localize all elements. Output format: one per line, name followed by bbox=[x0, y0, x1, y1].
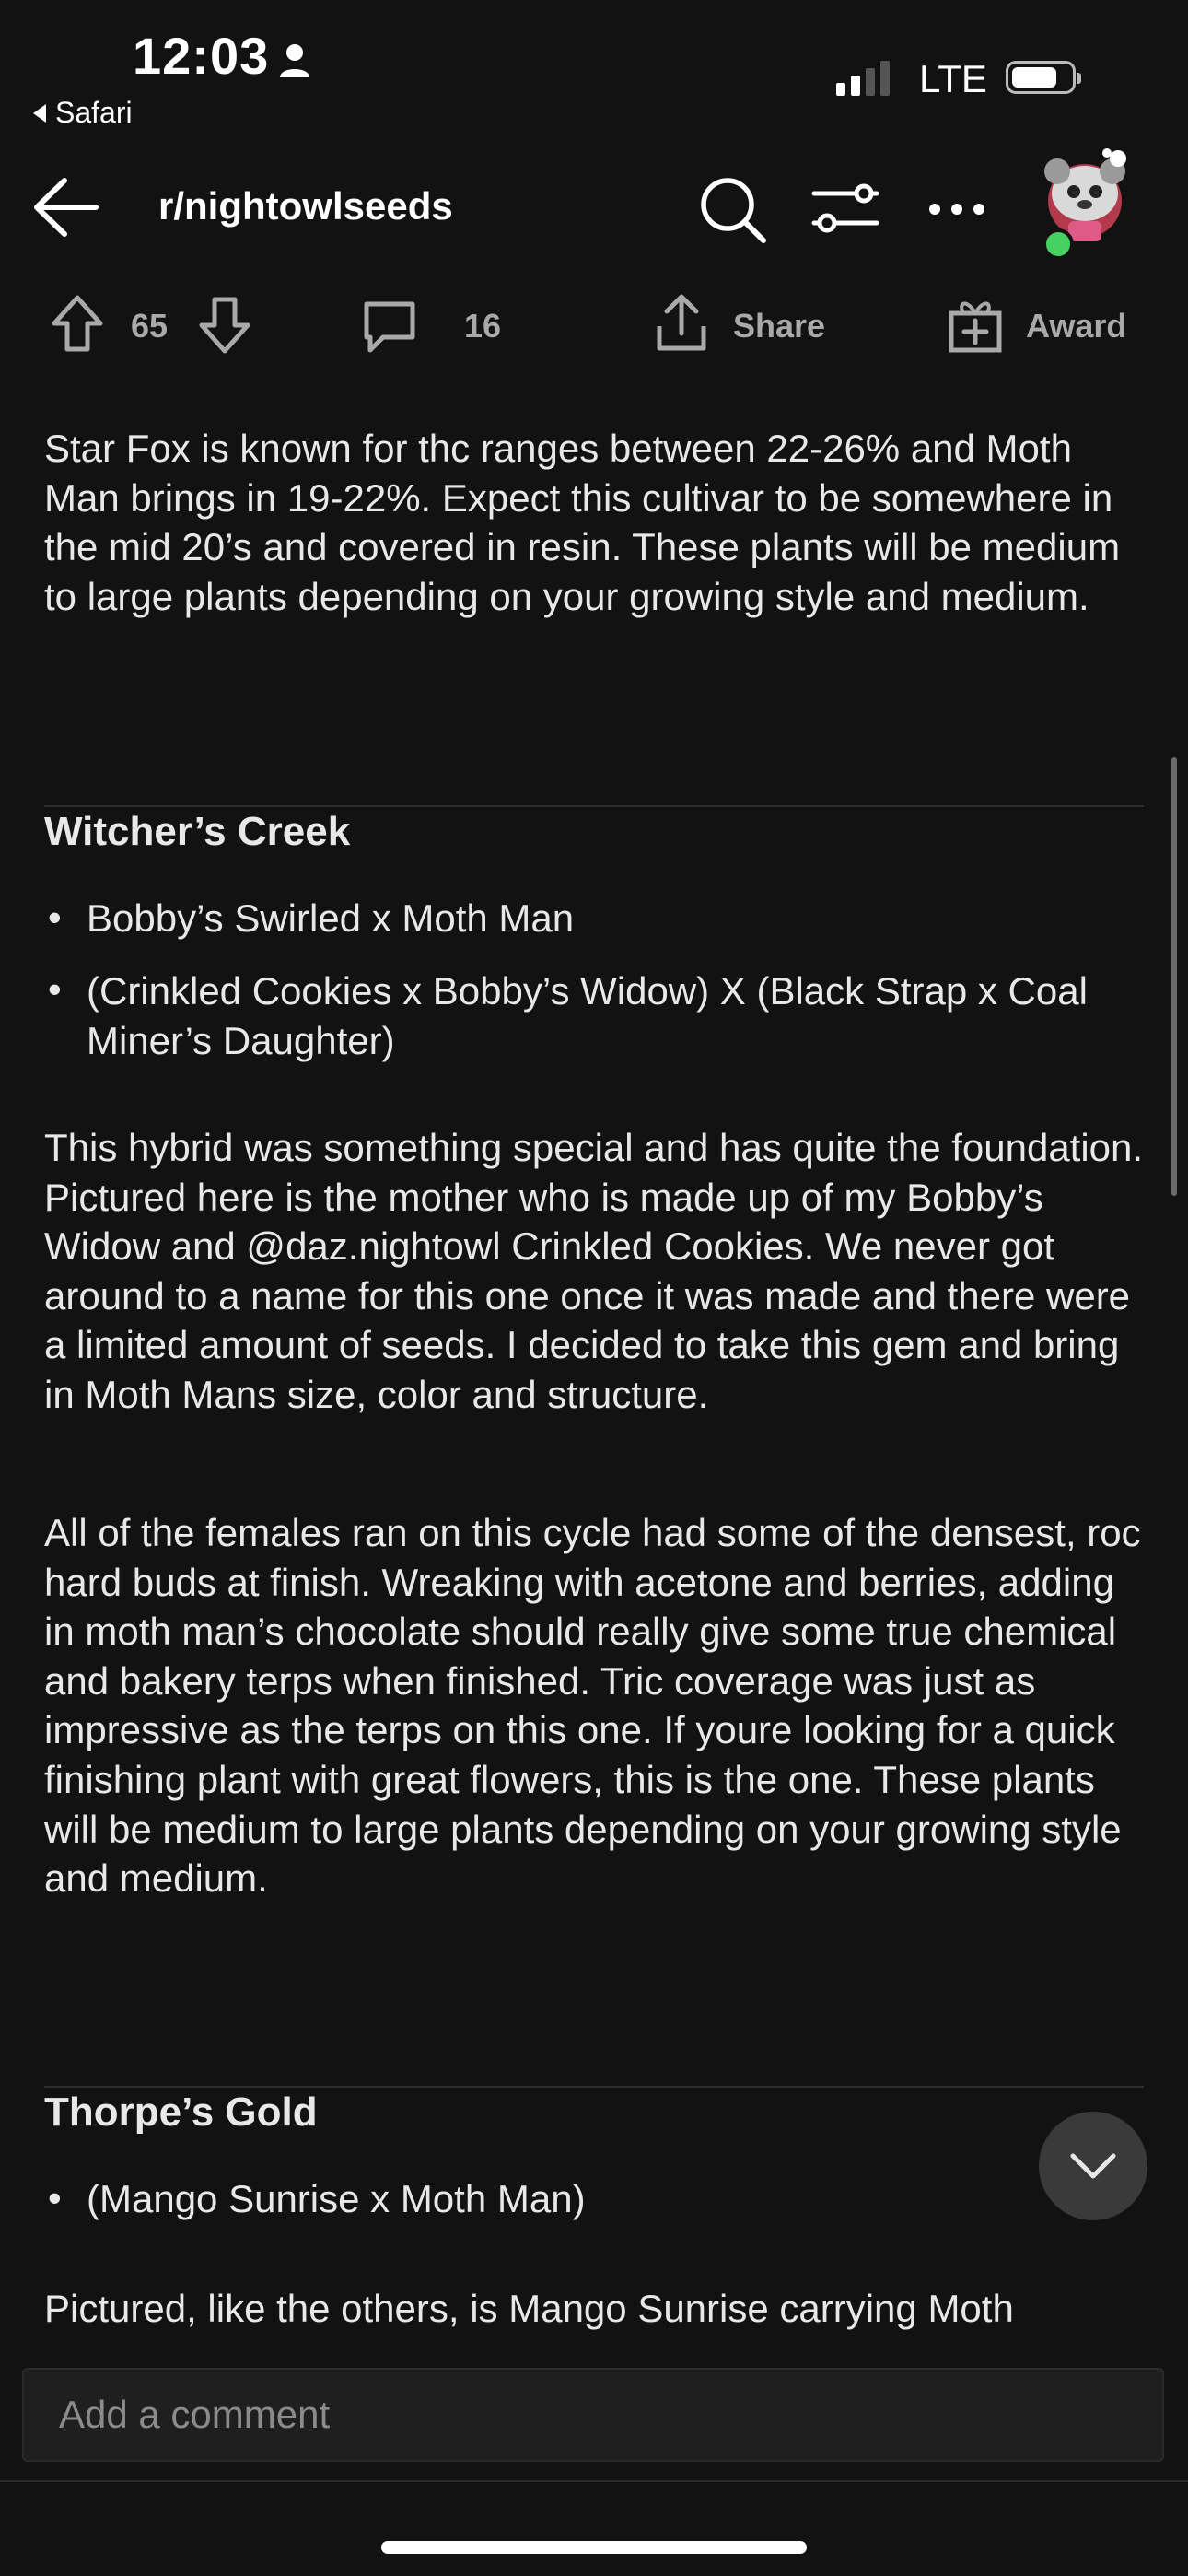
award-button[interactable]: Award bbox=[1026, 307, 1126, 345]
vote-count: 65 bbox=[131, 307, 169, 345]
bullet-dot: • bbox=[48, 2176, 62, 2219]
filter-icon[interactable] bbox=[810, 179, 880, 242]
battery-icon bbox=[1006, 61, 1081, 94]
comment-input[interactable] bbox=[22, 2368, 1164, 2462]
cellular-signal-icon bbox=[836, 61, 890, 96]
body-paragraph: Pictured, like the others, is Mango Sunr… bbox=[44, 2287, 1014, 2330]
more-options-icon[interactable] bbox=[928, 203, 985, 220]
upvote-icon[interactable] bbox=[50, 293, 105, 358]
body-paragraph: This hybrid was something special and ha… bbox=[44, 1126, 1144, 1416]
intro-paragraph: Star Fox is known for thc ranges between… bbox=[44, 427, 1121, 618]
back-triangle-icon bbox=[33, 103, 46, 123]
home-indicator[interactable] bbox=[381, 2541, 807, 2554]
bullet-item: Bobby’s Swirled x Moth Man bbox=[87, 896, 575, 940]
scroll-down-button[interactable] bbox=[1039, 2112, 1147, 2220]
person-icon bbox=[278, 42, 311, 84]
search-icon[interactable] bbox=[698, 175, 768, 250]
section-divider bbox=[44, 2086, 1144, 2088]
bullet-dot: • bbox=[48, 896, 62, 939]
section-heading: Witcher’s Creek bbox=[44, 809, 351, 854]
body-paragraph: All of the females ran on this cycle had… bbox=[44, 1511, 1141, 1901]
share-icon[interactable] bbox=[654, 293, 709, 358]
bullet-item: (Mango Sunrise x Moth Man) bbox=[87, 2177, 586, 2220]
share-button[interactable]: Share bbox=[733, 307, 825, 345]
network-type: LTE bbox=[919, 57, 987, 100]
back-arrow-icon[interactable] bbox=[31, 175, 101, 244]
bullet-dot: • bbox=[48, 967, 62, 1011]
chevron-down-icon bbox=[1070, 2153, 1116, 2179]
back-app-label: Safari bbox=[55, 96, 133, 129]
comment-icon[interactable] bbox=[361, 299, 418, 360]
comment-count: 16 bbox=[464, 307, 502, 345]
downvote-icon[interactable] bbox=[197, 295, 252, 360]
section-heading: Thorpe’s Gold bbox=[44, 2090, 318, 2135]
section-divider bbox=[44, 805, 1144, 807]
bullet-item: (Crinkled Cookies x Bobby’s Widow) X (Bl… bbox=[87, 969, 1088, 1062]
online-status-dot bbox=[1042, 228, 1074, 260]
subreddit-name[interactable]: r/nightowlseeds bbox=[158, 184, 453, 228]
back-to-app-link[interactable]: Safari bbox=[33, 96, 133, 130]
award-icon[interactable] bbox=[947, 295, 1004, 358]
scrollbar[interactable] bbox=[1171, 757, 1177, 1196]
divider bbox=[0, 2480, 1188, 2482]
status-time: 12:03 bbox=[133, 27, 270, 85]
